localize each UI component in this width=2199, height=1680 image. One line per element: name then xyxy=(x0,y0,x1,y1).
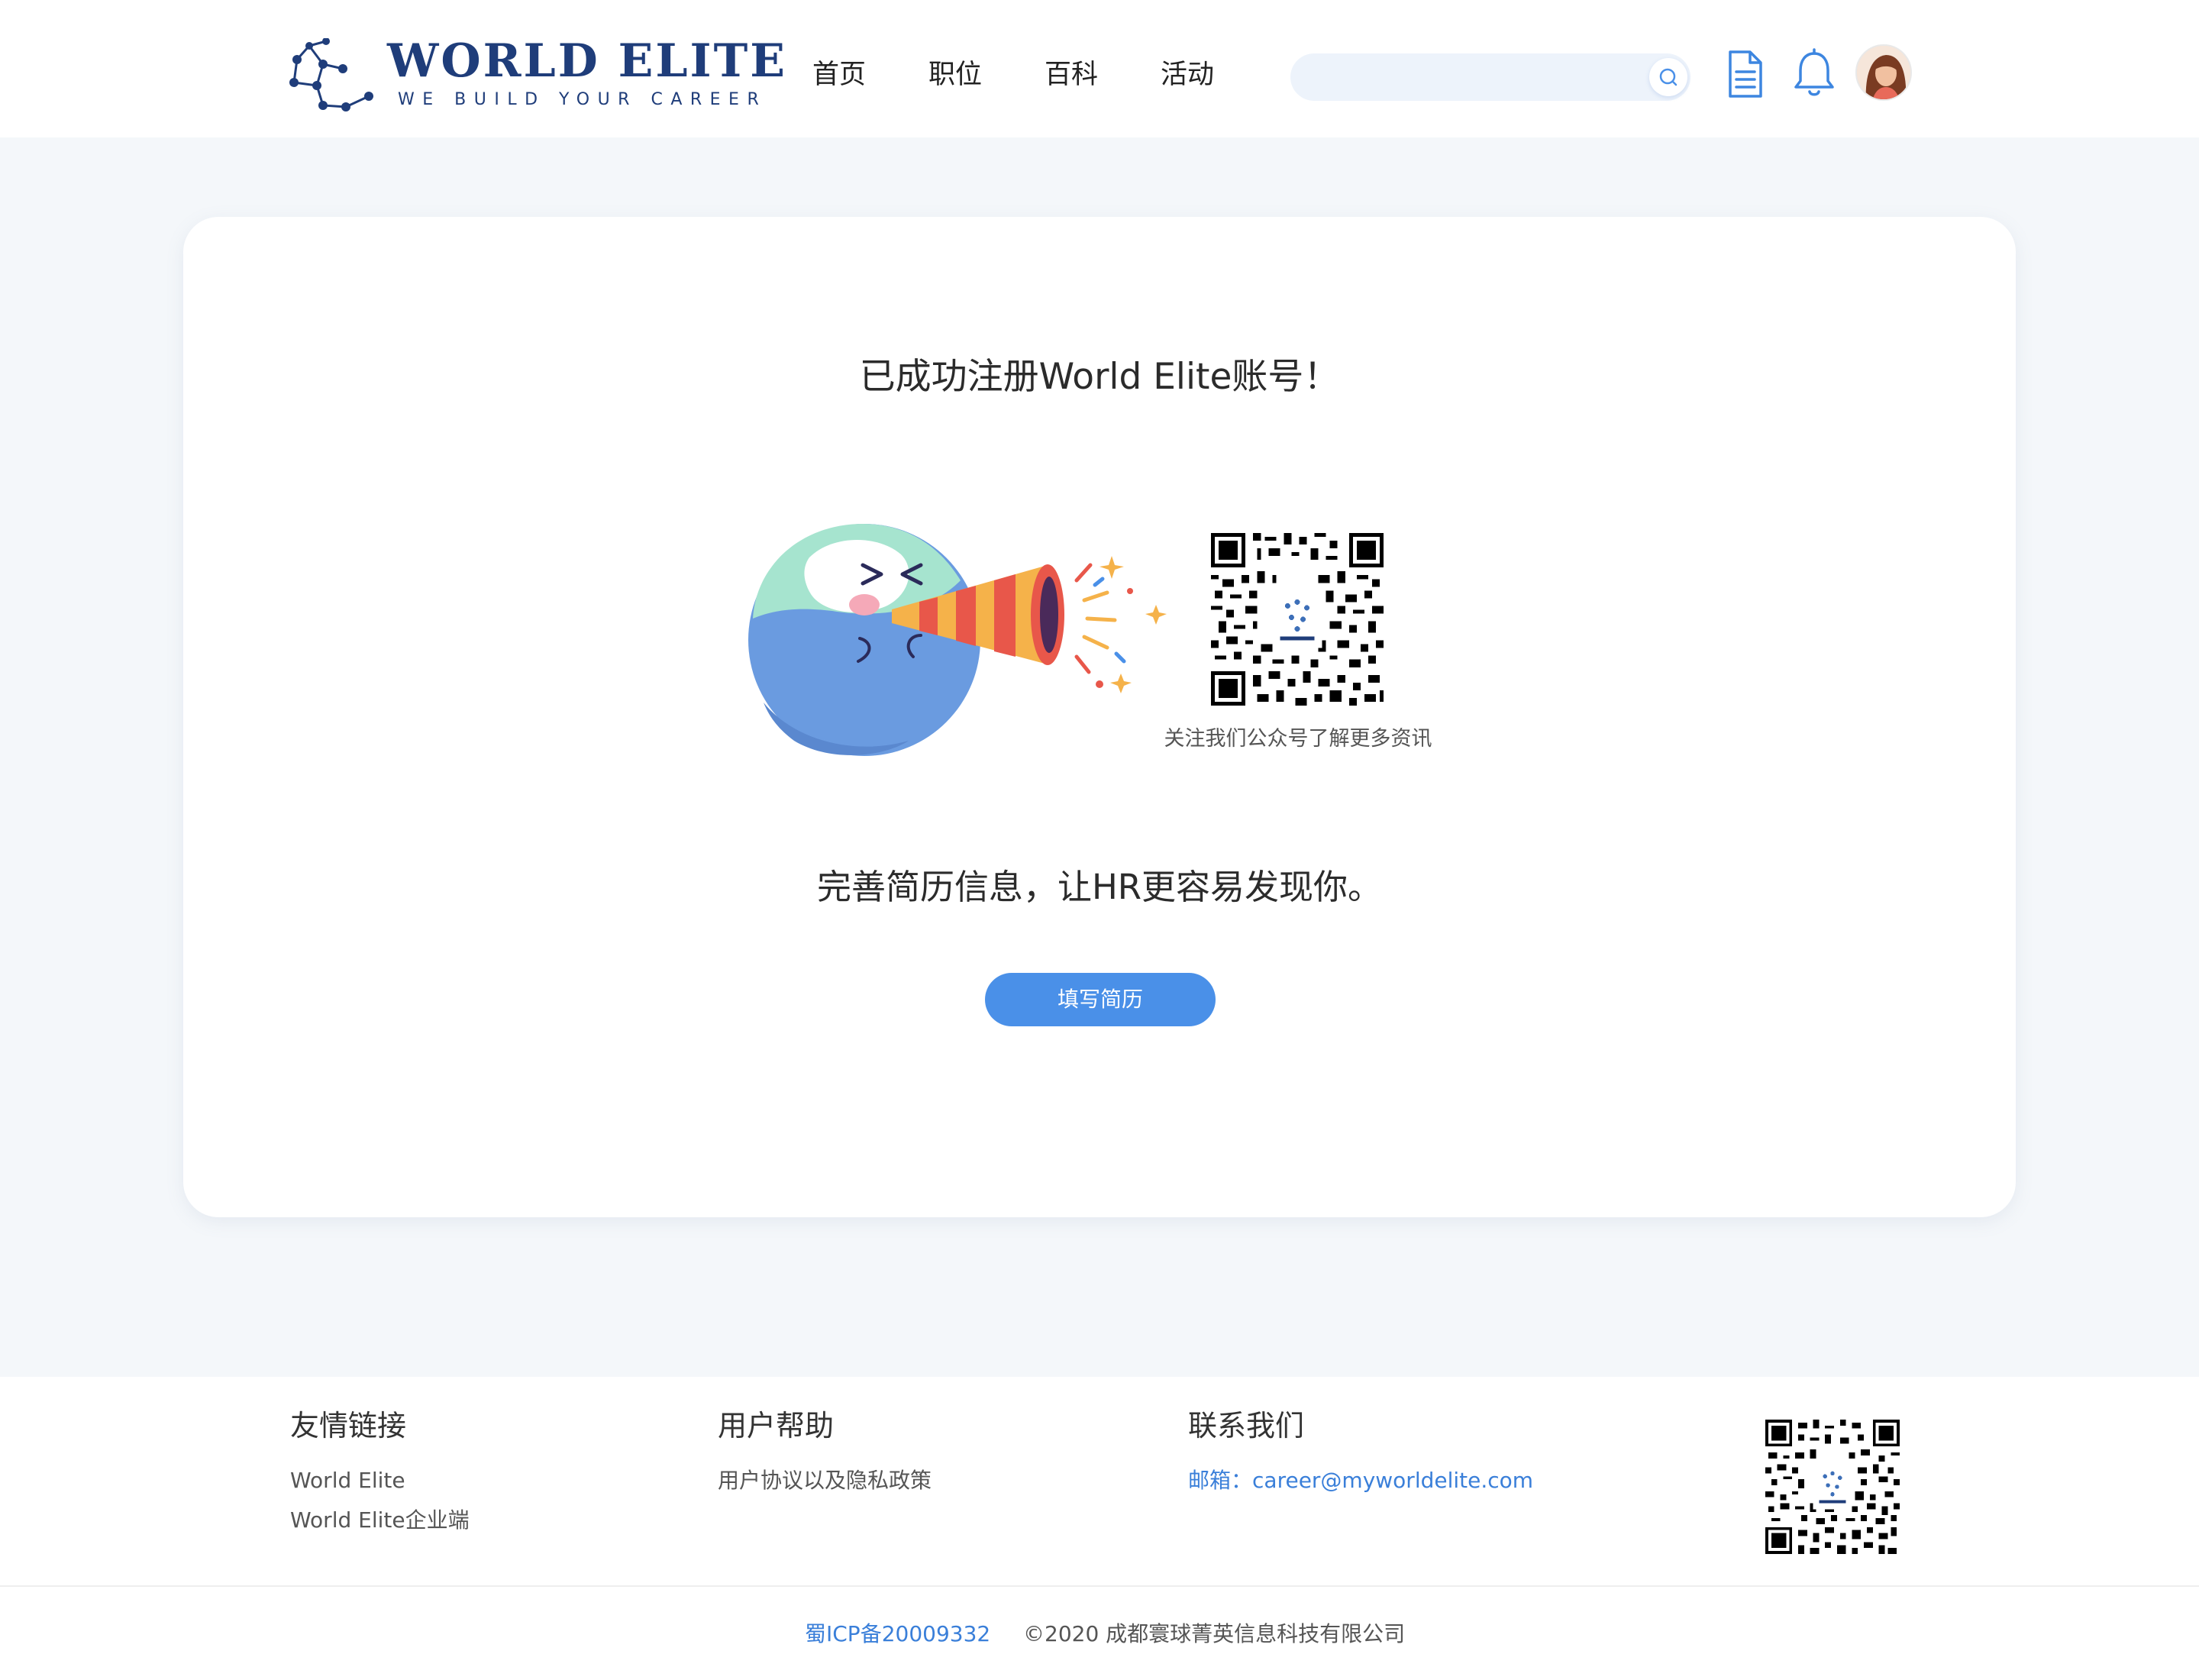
email-label: 邮箱： xyxy=(1188,1468,1253,1493)
email-link[interactable]: career@myworldelite.com xyxy=(1252,1468,1533,1493)
page-footer: 友情链接 World Elite World Elite企业端 用户帮助 用户协… xyxy=(0,1377,2199,1680)
document-icon[interactable] xyxy=(1721,47,1770,101)
logo-network-icon xyxy=(289,38,373,111)
contact-us-title: 联系我们 xyxy=(1188,1409,1305,1443)
success-title: 已成功注册World Elite账号！ xyxy=(859,356,1340,398)
nav-item-events[interactable]: 活动 xyxy=(1161,53,1214,96)
nav-item-jobs[interactable]: 职位 xyxy=(928,53,982,96)
terms-privacy-link[interactable]: 用户协议以及隐私政策 xyxy=(718,1465,932,1496)
icp-license-link[interactable]: 蜀ICP备20009332 xyxy=(805,1619,990,1649)
contact-email: 邮箱：career@myworldelite.com xyxy=(1188,1465,1533,1496)
avatar-image xyxy=(1857,46,1910,99)
brand-logo[interactable]: WORLD ELITE WE BUILD YOUR CAREER xyxy=(286,34,787,118)
copyright-text: ©2020 成都寰球菁英信息科技有限公司 xyxy=(1023,1621,1406,1646)
user-help-title: 用户帮助 xyxy=(718,1409,835,1443)
qr-caption: 关注我们公众号了解更多资讯 xyxy=(1164,727,1432,751)
search-icon xyxy=(1659,68,1678,86)
friend-links-title: 友情链接 xyxy=(290,1409,407,1443)
footer-divider xyxy=(0,1585,2199,1587)
bell-icon[interactable] xyxy=(1790,47,1839,101)
fill-resume-button[interactable]: 填写简历 xyxy=(985,973,1216,1026)
friend-link-world-elite[interactable]: World Elite xyxy=(290,1465,405,1496)
nav-item-home[interactable]: 首页 xyxy=(812,53,866,96)
wechat-qr-code xyxy=(1211,533,1384,706)
search-button[interactable] xyxy=(1649,58,1687,96)
search-input[interactable] xyxy=(1313,60,1619,95)
brand-tagline: WE BUILD YOUR CAREER xyxy=(398,90,767,109)
top-header: WORLD ELITE WE BUILD YOUR CAREER 首页 职位 百… xyxy=(0,0,2199,137)
resume-tip: 完善简历信息，让HR更容易发现你。 xyxy=(816,867,1383,907)
user-avatar[interactable] xyxy=(1855,44,1912,101)
brand-title: WORLD ELITE xyxy=(387,34,787,88)
friend-link-enterprise[interactable]: World Elite企业端 xyxy=(290,1505,470,1536)
search-box xyxy=(1290,53,1690,101)
registration-success-card: 已成功注册World Elite账号！ 关注我们公众号了解更多资讯 完善简历信息… xyxy=(183,217,2016,1217)
footer-qr-code xyxy=(1765,1420,1900,1554)
nav-item-wiki[interactable]: 百科 xyxy=(1045,53,1098,96)
